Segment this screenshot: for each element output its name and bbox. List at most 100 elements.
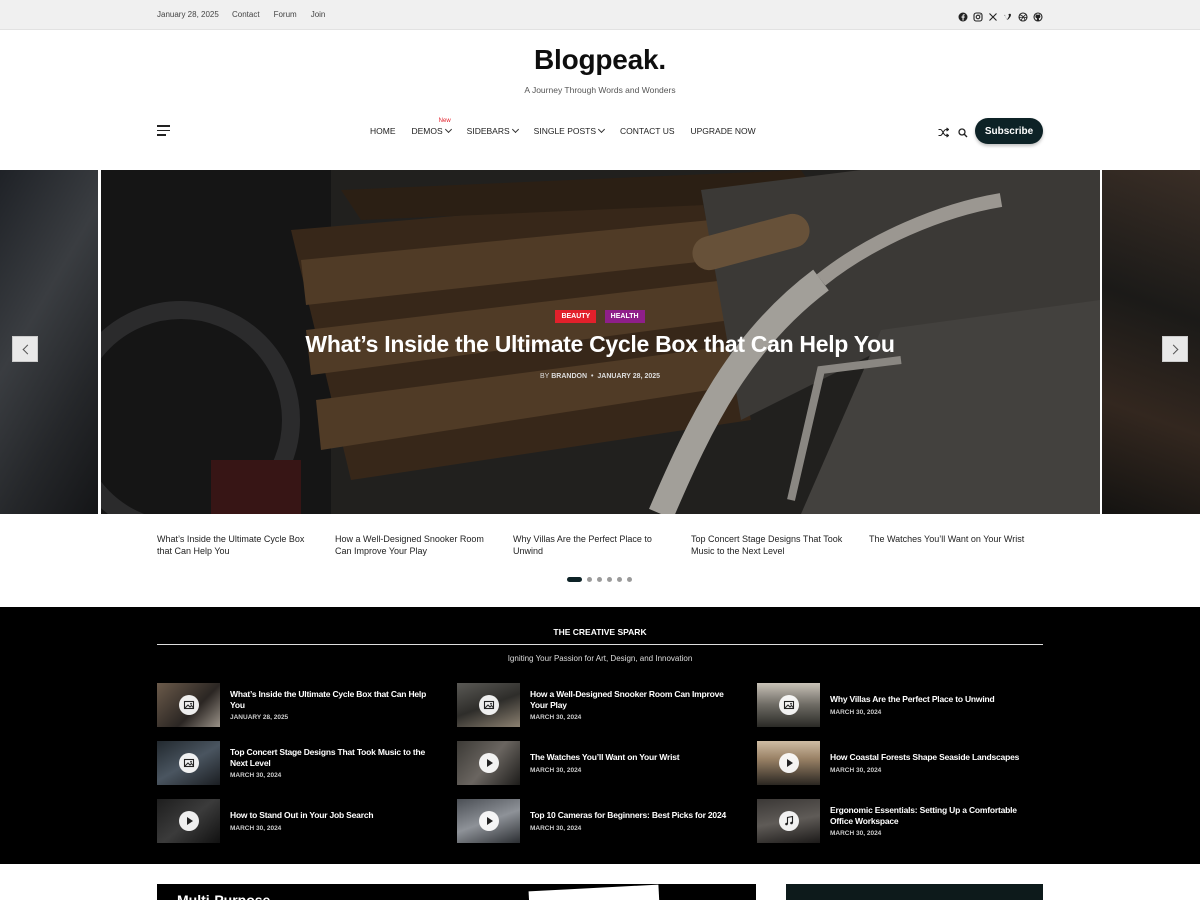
- creative-spark-section: THE CREATIVE SPARK Igniting Your Passion…: [0, 607, 1200, 864]
- x-icon[interactable]: [988, 9, 998, 21]
- post-card[interactable]: The Watches You’ll Want on Your Wrist MAR…: [457, 741, 737, 787]
- post-thumbnail[interactable]: [457, 799, 520, 843]
- post-title[interactable]: The Watches You’ll Want on Your Wrist: [530, 752, 735, 763]
- play-icon: [479, 811, 499, 831]
- post-thumbnail[interactable]: [457, 683, 520, 727]
- hero-meta: BY BRANDON • JANUARY 28, 2025: [539, 373, 661, 380]
- forum-link[interactable]: Forum: [274, 10, 297, 19]
- contact-link[interactable]: Contact: [232, 10, 260, 19]
- post-card[interactable]: Top 10 Cameras for Beginners: Best Picks…: [457, 799, 737, 845]
- slide-title[interactable]: Why Villas Are the Perfect Place to Unwi…: [513, 534, 691, 557]
- post-title[interactable]: Ergonomic Essentials: Setting Up a Comfo…: [830, 805, 1035, 826]
- post-thumbnail[interactable]: [757, 799, 820, 843]
- nav-item-sidebars[interactable]: SIDEBARS: [466, 125, 519, 136]
- slide-title[interactable]: What’s Inside the Ultimate Cycle Box tha…: [157, 534, 335, 557]
- slider-dot[interactable]: [617, 577, 622, 582]
- post-card[interactable]: Top Concert Stage Designs That Took Musi…: [157, 741, 437, 787]
- post-date: MARCH 30, 2024: [830, 766, 882, 774]
- slider-dot[interactable]: [627, 577, 632, 582]
- post-thumbnail[interactable]: [157, 741, 220, 785]
- slide-title[interactable]: Top Concert Stage Designs That Took Musi…: [691, 534, 869, 557]
- github-icon[interactable]: [1033, 9, 1043, 22]
- nav-item-demos[interactable]: DEMOS New: [412, 118, 452, 136]
- post-date: MARCH 30, 2024: [230, 772, 282, 779]
- subscribe-button[interactable]: Subscribe: [975, 118, 1043, 144]
- search-icon[interactable]: [958, 125, 968, 138]
- top-bar-links: Contact Forum Join: [232, 10, 325, 19]
- author-link[interactable]: BRANDON: [551, 373, 587, 380]
- facebook-icon[interactable]: [958, 9, 968, 22]
- slider-dot[interactable]: [567, 577, 582, 582]
- nav-label: SIDEBARS: [466, 126, 510, 136]
- post-card[interactable]: How a Well-Designed Snooker Room Can Imp…: [457, 683, 737, 729]
- post-card[interactable]: How to Stand Out in Your Job Search MARCH…: [157, 799, 437, 845]
- post-text: How Coastal Forests Shape Seaside Landsc…: [830, 741, 1035, 785]
- slider-dot[interactable]: [587, 577, 592, 582]
- post-title[interactable]: How to Stand Out in Your Job Search: [230, 810, 435, 821]
- post-title[interactable]: What’s Inside the Ultimate Cycle Box tha…: [230, 689, 435, 710]
- post-card[interactable]: Why Villas Are the Perfect Place to Unwi…: [757, 683, 1037, 729]
- vimeo-icon[interactable]: [1003, 9, 1013, 20]
- hero-categories: BEAUTY HEALTH: [0, 305, 1200, 323]
- prev-arrow-button[interactable]: [12, 336, 38, 362]
- section-divider: [157, 644, 1043, 645]
- dribbble-icon[interactable]: [1018, 9, 1028, 22]
- new-badge: New: [438, 118, 451, 124]
- post-date: MARCH 30, 2024: [530, 766, 582, 774]
- post-title[interactable]: Why Villas Are the Perfect Place to Unwi…: [830, 694, 1035, 705]
- post-title[interactable]: Top Concert Stage Designs That Took Musi…: [230, 747, 435, 768]
- play-icon: [179, 811, 199, 831]
- section-subtitle: Igniting Your Passion for Art, Design, a…: [507, 654, 693, 663]
- post-thumbnail[interactable]: [457, 741, 520, 785]
- slider-dot[interactable]: [607, 577, 612, 582]
- nav-label: SINGLE POSTS: [533, 126, 597, 136]
- chevron-right-icon: [1168, 344, 1179, 355]
- chevron-left-icon: [22, 344, 33, 355]
- slider-pagination: [567, 577, 637, 582]
- nav-item-single-posts[interactable]: SINGLE POSTS: [533, 125, 606, 136]
- nav-item-home[interactable]: HOME: [370, 126, 396, 136]
- slide-title[interactable]: The Watches You’ll Want on Your Wrist: [869, 534, 1047, 557]
- play-icon: [779, 753, 799, 773]
- nav-label: HOME: [370, 126, 396, 136]
- slide-title[interactable]: How a Well-Designed Snooker Room Can Imp…: [335, 534, 513, 557]
- post-date: MARCH 30, 2024: [530, 714, 582, 721]
- post-title[interactable]: How a Well-Designed Snooker Room Can Imp…: [530, 689, 735, 710]
- gallery-icon: [179, 695, 199, 715]
- site-logo[interactable]: Blogpeak.: [0, 44, 1200, 76]
- nav-item-upgrade-now[interactable]: UPGRADE NOW: [691, 126, 756, 136]
- nav-label: UPGRADE NOW: [690, 126, 756, 136]
- post-text: Top Concert Stage Designs That Took Musi…: [230, 741, 435, 785]
- gallery-icon: [179, 753, 199, 773]
- post-thumbnail[interactable]: [757, 741, 820, 785]
- post-date: JANUARY 28, 2025: [230, 714, 289, 721]
- main-nav: HOME DEMOS New SIDEBARS SINGLE POSTS CONT…: [370, 118, 772, 136]
- sidebar-widget: [786, 884, 1043, 900]
- post-thumbnail[interactable]: [757, 683, 820, 727]
- play-icon: [479, 753, 499, 773]
- post-text: Top 10 Cameras for Beginners: Best Picks…: [530, 799, 735, 843]
- join-link[interactable]: Join: [311, 10, 326, 19]
- post-text: How a Well-Designed Snooker Room Can Imp…: [530, 683, 735, 727]
- shuffle-icon[interactable]: [938, 125, 950, 138]
- category-badge-beauty[interactable]: BEAUTY: [555, 310, 597, 323]
- post-title[interactable]: How Coastal Forests Shape Seaside Landsc…: [830, 752, 1035, 763]
- hero-slider: BEAUTY HEALTH What’s Inside the Ultimate…: [0, 170, 1200, 514]
- menu-icon[interactable]: [157, 125, 170, 136]
- category-badge-health[interactable]: HEALTH: [604, 310, 645, 323]
- post-card[interactable]: What’s Inside the Ultimate Cycle Box tha…: [157, 683, 437, 729]
- post-thumbnail[interactable]: [157, 799, 220, 843]
- post-thumbnail[interactable]: [157, 683, 220, 727]
- nav-label: CONTACT US: [620, 126, 675, 136]
- post-card[interactable]: How Coastal Forests Shape Seaside Landsc…: [757, 741, 1037, 787]
- next-arrow-button[interactable]: [1162, 336, 1188, 362]
- post-title[interactable]: Top 10 Cameras for Beginners: Best Picks…: [530, 810, 735, 821]
- slider-dot[interactable]: [597, 577, 602, 582]
- nav-item-contact-us[interactable]: CONTACT US: [620, 126, 674, 136]
- promo-banner[interactable]: Multi-Purpose: [157, 884, 756, 900]
- music-icon: [779, 811, 799, 831]
- post-card[interactable]: Ergonomic Essentials: Setting Up a Comfo…: [757, 799, 1037, 845]
- hero-title[interactable]: What’s Inside the Ultimate Cycle Box tha…: [0, 331, 1200, 358]
- gallery-icon: [779, 695, 799, 715]
- instagram-icon[interactable]: [973, 9, 983, 22]
